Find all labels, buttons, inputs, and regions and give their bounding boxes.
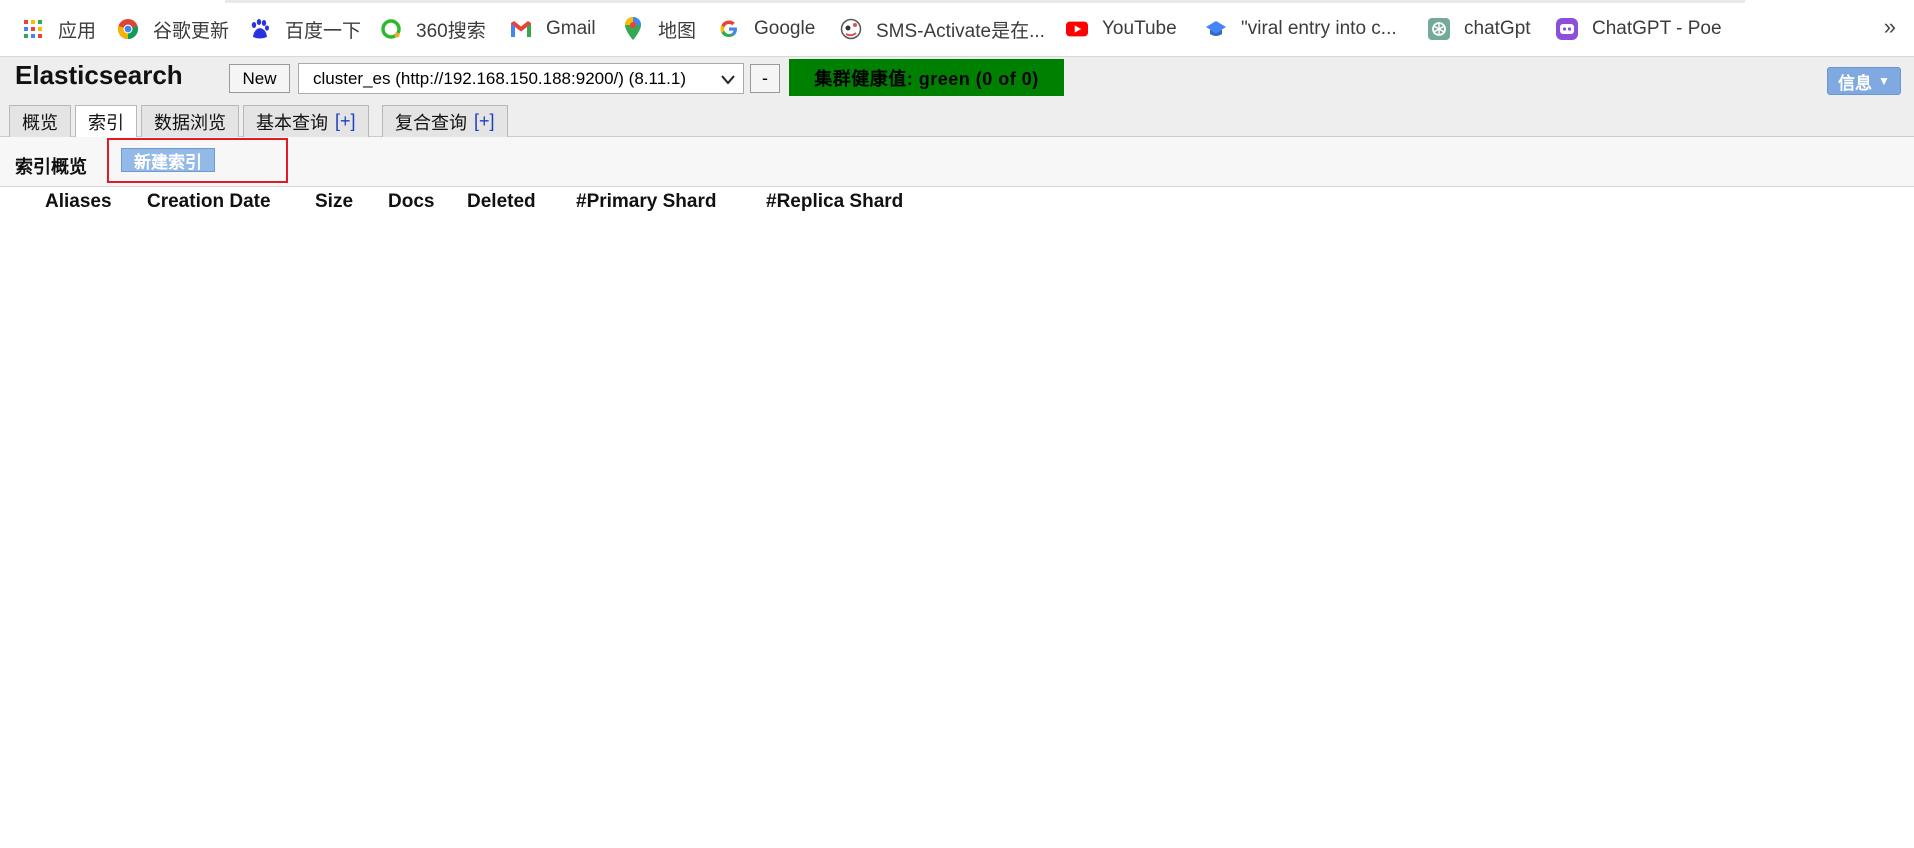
bookmark-label: 谷歌更新	[153, 20, 230, 42]
index-toolbar: 索引概览 新建索引	[0, 137, 1914, 187]
tab-compound-query[interactable]: 复合查询 [+]	[382, 105, 508, 137]
app-title: Elasticsearch	[15, 60, 183, 90]
column-header-primary-shard[interactable]: #Primary Shard	[576, 191, 716, 213]
tab-overview[interactable]: 概览	[9, 105, 71, 137]
column-header-deleted[interactable]: Deleted	[467, 191, 536, 213]
bookmark-label: SMS-Activate是在...	[876, 20, 1045, 42]
bookmark-google[interactable]: Google	[718, 14, 815, 44]
column-header-size[interactable]: Size	[315, 191, 353, 213]
bookmark-label: chatGpt	[1464, 18, 1531, 39]
bookmark-360[interactable]: 360搜索	[380, 14, 486, 44]
tab-basic-query[interactable]: 基本查询 [+]	[243, 105, 369, 137]
gmail-icon	[510, 18, 532, 40]
bookmark-label: 百度一下	[285, 20, 362, 42]
tab-indices[interactable]: 索引	[75, 105, 137, 139]
google-icon	[718, 18, 740, 40]
bookmark-maps[interactable]: 地图	[622, 14, 696, 44]
youtube-icon	[1066, 18, 1088, 40]
bookmark-label: "viral entry into c...	[1241, 18, 1397, 39]
tab-browser[interactable]: 数据浏览	[141, 105, 239, 137]
bookmark-gmail[interactable]: Gmail	[510, 14, 596, 44]
sms-activate-icon	[840, 18, 862, 40]
360-search-icon	[380, 18, 402, 40]
scholar-cap-icon	[1205, 18, 1227, 40]
baidu-icon	[249, 18, 271, 40]
info-label: 信息	[1838, 73, 1873, 93]
bookmarks-topline	[225, 0, 1745, 3]
bookmark-chrome-update[interactable]: 谷歌更新	[117, 14, 229, 44]
cluster-health-badge: 集群健康值: green (0 of 0)	[789, 59, 1064, 96]
tab-label: 基本查询	[256, 112, 328, 133]
maps-pin-icon	[622, 17, 644, 40]
chevron-down-icon	[721, 69, 735, 90]
bookmark-label: YouTube	[1102, 18, 1177, 39]
chrome-icon	[117, 18, 139, 40]
caret-down-icon: ▼	[1878, 74, 1890, 88]
remove-connection-button[interactable]: -	[750, 64, 780, 93]
index-overview-title: 索引概览	[15, 157, 87, 177]
bookmark-poe[interactable]: ChatGPT - Poe	[1556, 14, 1722, 44]
apps-grid-icon	[22, 18, 44, 40]
bookmark-label: Google	[754, 18, 816, 39]
bookmark-label: Gmail	[546, 18, 596, 39]
new-connection-button[interactable]: New	[229, 64, 290, 93]
add-tab-link[interactable]: [+]	[335, 111, 356, 132]
bookmark-baidu[interactable]: 百度一下	[249, 14, 361, 44]
openai-icon	[1428, 18, 1450, 40]
bookmark-label: 地图	[658, 20, 697, 42]
bookmark-viral-entry[interactable]: "viral entry into c...	[1205, 14, 1397, 44]
column-header-aliases[interactable]: Aliases	[45, 191, 112, 213]
add-tab-link[interactable]: [+]	[474, 111, 495, 132]
bookmark-apps[interactable]: 应用	[22, 14, 96, 44]
bookmark-sms-activate[interactable]: SMS-Activate是在...	[840, 14, 1045, 44]
bookmarks-bar: 应用 谷歌更新 百度一下 360搜索 Gmail 地图 Google SMS-A…	[0, 0, 1914, 57]
bookmark-label: 应用	[58, 20, 97, 42]
column-header-replica-shard[interactable]: #Replica Shard	[766, 191, 903, 213]
es-header: Elasticsearch New cluster_es (http://192…	[0, 57, 1914, 139]
highlight-annotation-box	[107, 138, 288, 183]
bookmark-chatgpt[interactable]: chatGpt	[1428, 14, 1531, 44]
bookmark-label: 360搜索	[416, 20, 486, 42]
bookmarks-overflow-chevron[interactable]: »	[1884, 14, 1896, 40]
cluster-select[interactable]: cluster_es (http://192.168.150.188:9200/…	[298, 63, 744, 94]
poe-icon	[1556, 18, 1578, 40]
tab-label: 概览	[22, 112, 58, 133]
info-menu-button[interactable]: 信息 ▼	[1827, 67, 1901, 95]
bookmark-label: ChatGPT - Poe	[1592, 18, 1722, 39]
cluster-select-value: cluster_es (http://192.168.150.188:9200/…	[313, 68, 686, 88]
tab-label: 复合查询	[395, 112, 467, 133]
tab-label: 数据浏览	[154, 112, 226, 133]
tab-label: 索引	[88, 113, 124, 133]
column-header-docs[interactable]: Docs	[388, 191, 434, 213]
column-header-creation-date[interactable]: Creation Date	[147, 191, 271, 213]
bookmark-youtube[interactable]: YouTube	[1066, 14, 1177, 44]
